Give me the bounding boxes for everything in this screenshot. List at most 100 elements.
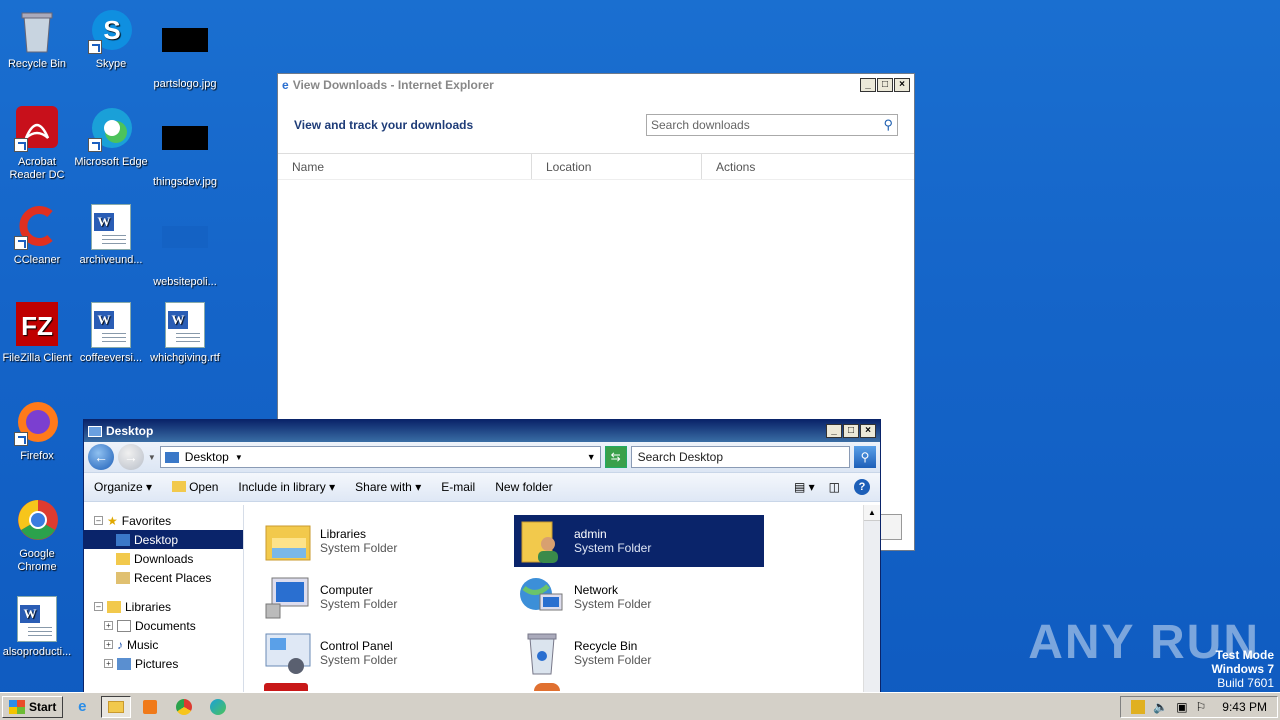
search-desktop-input[interactable]: Search Desktop (630, 446, 851, 468)
desktop-icon-partslogo[interactable]: partslogo.jpg (148, 8, 222, 91)
recycle-bin-icon (518, 630, 566, 676)
os-label: Windows 7 (1211, 662, 1274, 676)
taskbar-ie-button[interactable]: e (67, 696, 97, 718)
desktop-icon-thingsdev[interactable]: thingsdev.jpg (148, 106, 222, 189)
close-button[interactable]: × (894, 78, 910, 92)
desktop-icon-chrome[interactable]: Google Chrome (0, 498, 74, 574)
desktop-icon-acrobat[interactable]: Acrobat Reader DC (0, 106, 74, 182)
nav-desktop[interactable]: Desktop (84, 530, 243, 549)
expand-icon[interactable]: + (104, 659, 113, 668)
explorer-titlebar[interactable]: Desktop _ □ × (84, 420, 880, 442)
network-tray-icon[interactable]: ▣ (1176, 700, 1187, 714)
breadcrumb-chevron-icon[interactable]: ▼ (235, 453, 243, 462)
back-button[interactable]: ← (88, 444, 114, 470)
ie-window-title: View Downloads - Internet Explorer (292, 78, 494, 92)
tray-app-icon[interactable] (1131, 699, 1146, 714)
taskbar-explorer-button[interactable] (101, 695, 132, 718)
close-button[interactable]: × (860, 424, 876, 438)
new-folder-button[interactable]: New folder (495, 480, 552, 494)
search-icon[interactable]: ⚲ (854, 446, 876, 468)
desktop-icon-ccleaner[interactable]: CCleaner (0, 204, 74, 267)
desktop-icon-label: partslogo.jpg (153, 78, 217, 90)
address-bar[interactable]: Desktop ▼ ▼ (159, 446, 601, 468)
address-dropdown-icon[interactable]: ▼ (587, 452, 596, 462)
taskbar-edge-button[interactable] (203, 696, 233, 718)
help-icon[interactable]: ? (854, 479, 870, 495)
open-button[interactable]: Open (172, 480, 218, 494)
clock[interactable]: 9:43 PM (1222, 700, 1267, 714)
expand-icon[interactable]: + (104, 621, 113, 630)
volume-icon[interactable]: 🔈 (1153, 700, 1168, 714)
recent-pages-dropdown-icon[interactable]: ▼ (148, 453, 156, 462)
desktop-icon-label: archiveund... (79, 254, 143, 266)
forward-button[interactable]: → (117, 444, 144, 470)
nav-libraries[interactable]: – Libraries (84, 597, 243, 616)
ie-titlebar[interactable]: e View Downloads - Internet Explorer _ □… (278, 74, 914, 96)
windows-logo-icon (9, 699, 25, 714)
nav-downloads[interactable]: Downloads (84, 549, 243, 568)
share-with-button[interactable]: Share with ▾ (355, 480, 421, 494)
system-tray: 🔈 ▣ ⚐ 9:43 PM (1120, 695, 1278, 718)
ie-logo-icon: e (282, 78, 289, 92)
minimize-button[interactable]: _ (860, 78, 876, 92)
column-actions[interactable]: Actions (702, 154, 755, 179)
desktop-icon-skype[interactable]: S Skype (74, 8, 148, 71)
desktop-icon-archiveund[interactable]: W archiveund... (74, 204, 148, 267)
collapse-icon[interactable]: – (94, 602, 103, 611)
column-location[interactable]: Location (532, 154, 702, 179)
desktop-icon-whichgiving[interactable]: W whichgiving.rtf (148, 302, 222, 365)
email-button[interactable]: E-mail (441, 480, 475, 494)
item-control-panel[interactable]: Control Panel System Folder (260, 627, 510, 679)
ie-close-button-area[interactable] (878, 514, 902, 540)
start-button[interactable]: Start (2, 695, 64, 718)
address-row: ← → ▼ Desktop ▼ ▼ ⇆ Search Desktop ⚲ (84, 442, 880, 472)
nav-music[interactable]: + ♪ Music (84, 635, 243, 654)
word-document-icon: W (88, 302, 134, 348)
expand-icon[interactable]: + (104, 640, 113, 649)
file-list[interactable]: Libraries System Folder admin System Folde… (244, 505, 880, 692)
shortcut-arrow-icon (14, 432, 28, 446)
organize-button[interactable]: Organize ▾ (94, 480, 152, 494)
minimize-button[interactable]: _ (826, 424, 842, 438)
include-in-library-button[interactable]: Include in library ▾ (238, 480, 335, 494)
desktop-icon-alsoproducti[interactable]: W alsoproducti... (0, 596, 74, 659)
nav-documents[interactable]: + Documents (84, 616, 243, 635)
item-recycle-bin[interactable]: Recycle Bin System Folder (514, 627, 764, 679)
preview-pane-icon[interactable]: ◫ (829, 480, 840, 494)
desktop-icon-label: Skype (95, 58, 127, 70)
image-file-icon (162, 126, 208, 172)
desktop-icon-coffeeversi[interactable]: W coffeeversi... (74, 302, 148, 365)
desktop-icon-websitepoli[interactable]: websitepoli... (148, 204, 222, 289)
refresh-button[interactable]: ⇆ (604, 446, 627, 468)
nav-pictures[interactable]: + Pictures (84, 654, 243, 673)
taskbar-media-player-button[interactable] (135, 696, 165, 718)
maximize-button[interactable]: □ (877, 78, 893, 92)
skype-icon: S (88, 8, 134, 54)
desktop-icon-filezilla[interactable]: FZ FileZilla Client (0, 302, 74, 365)
libraries-icon (107, 600, 121, 613)
column-name[interactable]: Name (278, 154, 532, 179)
search-icon[interactable]: ⚲ (883, 117, 893, 133)
item-libraries[interactable]: Libraries System Folder (260, 515, 510, 567)
item-network[interactable]: Network System Folder (514, 571, 764, 623)
nav-favorites[interactable]: – ★ Favorites (84, 511, 243, 530)
navigation-pane[interactable]: – ★ Favorites Desktop Downloads Recent Pla… (84, 505, 244, 692)
search-downloads-input[interactable]: Search downloads ⚲ (646, 113, 898, 136)
desktop-icon-recycle-bin[interactable]: Recycle Bin (0, 8, 74, 71)
views-icon[interactable]: ▤ ▾ (794, 480, 815, 494)
item-admin[interactable]: admin System Folder (514, 515, 764, 567)
desktop-icon-edge[interactable]: Microsoft Edge (74, 106, 148, 169)
desktop-icon-label: Firefox (20, 450, 54, 462)
maximize-button[interactable]: □ (843, 424, 859, 438)
item-computer[interactable]: Computer System Folder (260, 571, 510, 623)
network-icon (518, 574, 566, 620)
scroll-up-button[interactable]: ▲ (864, 505, 880, 521)
vertical-scrollbar[interactable]: ▲ (863, 505, 880, 692)
nav-recent-places[interactable]: Recent Places (84, 568, 243, 587)
item-type: System Folder (320, 541, 398, 555)
explorer-window[interactable]: Desktop _ □ × ← → ▼ Desktop ▼ ▼ ⇆ Search… (83, 419, 881, 693)
collapse-icon[interactable]: – (94, 516, 103, 525)
taskbar-chrome-button[interactable] (169, 696, 199, 718)
desktop-icon-firefox[interactable]: Firefox (0, 400, 74, 463)
action-center-flag-icon[interactable]: ⚐ (1196, 700, 1207, 714)
